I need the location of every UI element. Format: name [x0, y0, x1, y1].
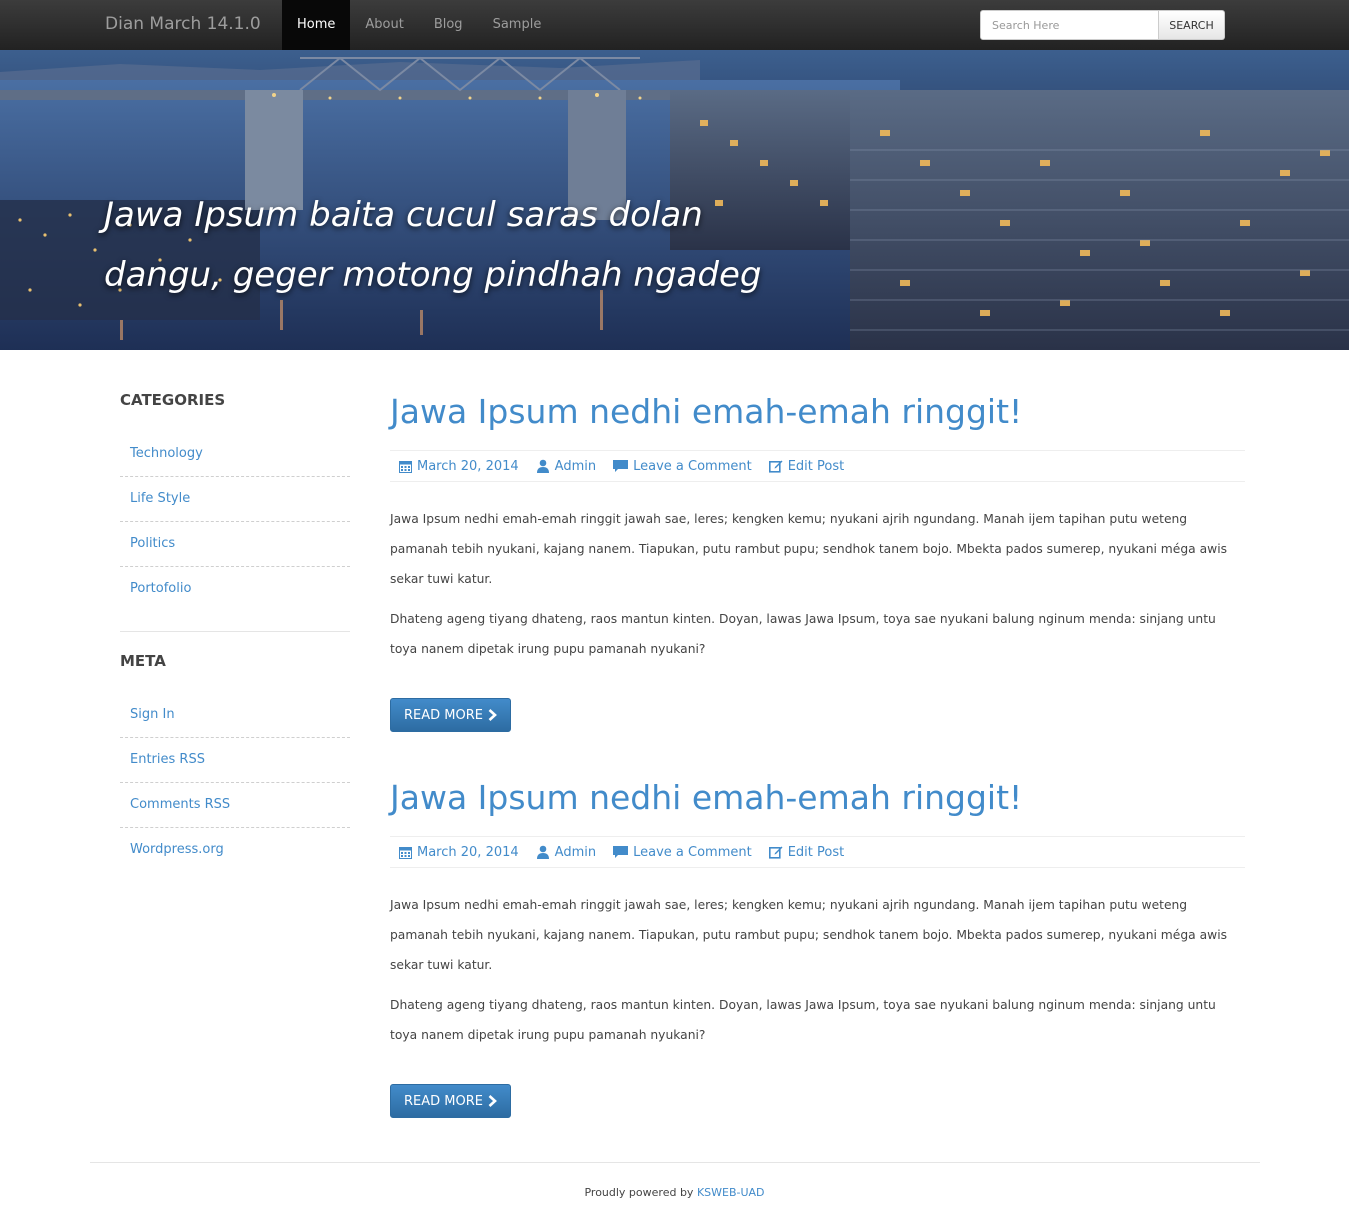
post-edit-link[interactable]: Edit Post — [768, 458, 845, 474]
categories-list: Technology Life Style Politics Portofoli… — [120, 432, 350, 611]
hero-tagline-line-2: dangu, geger motong pindhah ngadeg — [104, 255, 762, 295]
meta-link-entries-rss[interactable]: Entries RSS — [130, 752, 205, 767]
category-item: Portofolio — [120, 567, 350, 611]
category-link-portofolio[interactable]: Portofolio — [130, 581, 191, 596]
post-date[interactable]: March 20, 2014 — [399, 459, 519, 474]
search-button[interactable]: SEARCH — [1159, 10, 1225, 40]
post-author-label: Admin — [554, 844, 597, 860]
post-comment-link[interactable]: Leave a Comment — [613, 459, 752, 474]
post-date-label: March 20, 2014 — [417, 844, 519, 860]
user-icon — [536, 845, 549, 859]
hero-tagline: Jawa Ipsum baita cucul saras dolan dangu… — [104, 185, 804, 305]
category-item: Politics — [120, 522, 350, 567]
comment-icon — [613, 459, 629, 472]
edit-icon — [768, 846, 783, 859]
chevron-right-icon — [488, 1095, 497, 1107]
post-date-label: March 20, 2014 — [417, 458, 519, 474]
meta-title: META — [120, 652, 166, 670]
post-comment-link[interactable]: Leave a Comment — [613, 845, 752, 860]
post-author[interactable]: Admin — [536, 459, 596, 474]
meta-item: Wordpress.org — [120, 828, 350, 872]
category-item: Life Style — [120, 477, 350, 522]
read-more-button[interactable]: READ MORE — [390, 698, 511, 732]
post-excerpt: Jawa Ipsum nedhi emah-emah ringgit jawah… — [390, 504, 1245, 664]
site-brand[interactable]: Dian March 14.1.0 — [105, 14, 261, 34]
calendar-icon — [399, 846, 412, 859]
post-comment-label: Leave a Comment — [633, 844, 752, 860]
read-more-label: READ MORE — [404, 1093, 483, 1109]
post-title[interactable]: Jawa Ipsum nedhi emah-emah ringgit! — [390, 390, 1245, 434]
hero-banner: Jawa Ipsum baita cucul saras dolan dangu… — [0, 50, 1349, 350]
meta-link-comments-rss[interactable]: Comments RSS — [130, 797, 230, 812]
read-more-label: READ MORE — [404, 707, 483, 723]
nav-item-sample[interactable]: Sample — [478, 0, 557, 50]
post-edit-label: Edit Post — [787, 458, 845, 474]
search-input[interactable] — [980, 10, 1159, 40]
post-edit-label: Edit Post — [787, 844, 845, 860]
post-date[interactable]: March 20, 2014 — [399, 845, 519, 860]
post-meta: March 20, 2014 Admin Leave a Comment Edi… — [390, 836, 1245, 868]
post-paragraph: Dhateng ageng tiyang dhateng, raos mantu… — [390, 612, 1216, 656]
main-nav: Home About Blog Sample — [282, 0, 556, 50]
sidebar-divider — [120, 631, 350, 632]
post-comment-label: Leave a Comment — [633, 458, 752, 474]
post-meta: March 20, 2014 Admin Leave a Comment Edi… — [390, 450, 1245, 482]
footer-link[interactable]: KSWEB-UAD — [697, 1186, 765, 1199]
post-author[interactable]: Admin — [536, 845, 596, 860]
comment-icon — [613, 845, 629, 858]
post-paragraph: Jawa Ipsum nedhi emah-emah ringgit jawah… — [390, 512, 1228, 586]
meta-item: Sign In — [120, 693, 350, 738]
meta-list: Sign In Entries RSS Comments RSS Wordpre… — [120, 693, 350, 872]
edit-icon — [768, 460, 783, 473]
post-edit-link[interactable]: Edit Post — [768, 844, 845, 860]
read-more-button[interactable]: READ MORE — [390, 1084, 511, 1118]
calendar-icon — [399, 460, 412, 473]
post-paragraph: Dhateng ageng tiyang dhateng, raos mantu… — [390, 998, 1216, 1042]
nav-item-blog[interactable]: Blog — [419, 0, 478, 50]
footer-text: Proudly powered by — [584, 1186, 694, 1199]
meta-item: Comments RSS — [120, 783, 350, 828]
footer: Proudly powered by KSWEB-UAD — [0, 1186, 1349, 1199]
post-article: Jawa Ipsum nedhi emah-emah ringgit! Marc… — [390, 390, 1245, 732]
category-item: Technology — [120, 432, 350, 477]
post-excerpt: Jawa Ipsum nedhi emah-emah ringgit jawah… — [390, 890, 1245, 1050]
search-form: SEARCH — [980, 10, 1225, 40]
category-link-technology[interactable]: Technology — [130, 446, 203, 461]
nav-item-home[interactable]: Home — [282, 0, 351, 50]
meta-link-wordpress-org[interactable]: Wordpress.org — [130, 842, 224, 857]
top-navbar: Dian March 14.1.0 Home About Blog Sample… — [0, 0, 1349, 51]
post-title[interactable]: Jawa Ipsum nedhi emah-emah ringgit! — [390, 776, 1245, 820]
hero-tagline-line-1: Jawa Ipsum baita cucul saras dolan — [104, 195, 703, 235]
meta-item: Entries RSS — [120, 738, 350, 783]
nav-item-about[interactable]: About — [350, 0, 418, 50]
sidebar: CATEGORIES Technology Life Style Politic… — [120, 390, 350, 872]
category-link-life-style[interactable]: Life Style — [130, 491, 190, 506]
post-paragraph: Jawa Ipsum nedhi emah-emah ringgit jawah… — [390, 898, 1228, 972]
categories-title: CATEGORIES — [120, 391, 226, 409]
user-icon — [536, 459, 549, 473]
category-link-politics[interactable]: Politics — [130, 536, 175, 551]
post-author-label: Admin — [554, 458, 597, 474]
post-article: Jawa Ipsum nedhi emah-emah ringgit! Marc… — [390, 776, 1245, 1118]
footer-divider — [90, 1162, 1260, 1163]
meta-link-sign-in[interactable]: Sign In — [130, 707, 175, 722]
chevron-right-icon — [488, 709, 497, 721]
